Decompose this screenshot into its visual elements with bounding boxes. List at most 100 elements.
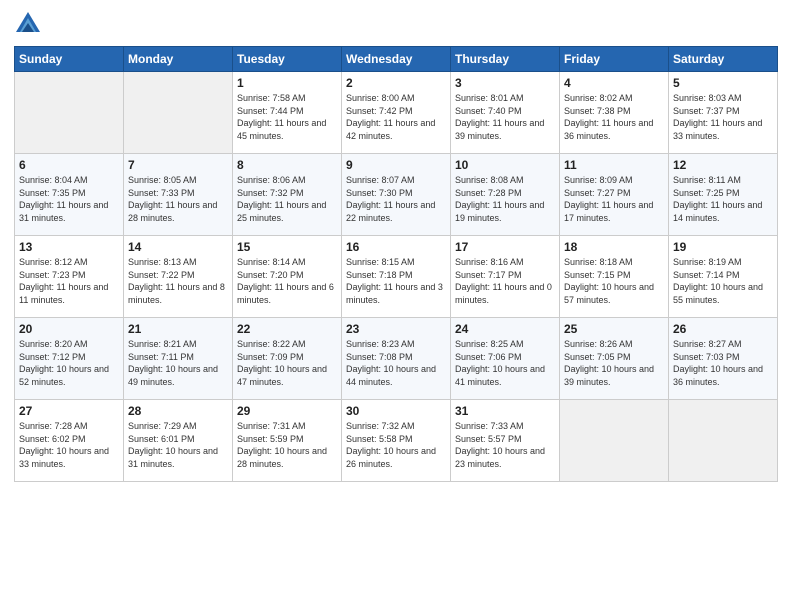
calendar-table: SundayMondayTuesdayWednesdayThursdayFrid… — [14, 46, 778, 482]
day-info: Sunrise: 7:58 AMSunset: 7:44 PMDaylight:… — [237, 92, 337, 142]
day-info: Sunrise: 8:15 AMSunset: 7:18 PMDaylight:… — [346, 256, 446, 306]
weekday-header: Wednesday — [342, 47, 451, 72]
day-number: 2 — [346, 76, 446, 90]
day-info: Sunrise: 8:07 AMSunset: 7:30 PMDaylight:… — [346, 174, 446, 224]
calendar-day-cell: 29Sunrise: 7:31 AMSunset: 5:59 PMDayligh… — [233, 400, 342, 482]
day-info: Sunrise: 8:25 AMSunset: 7:06 PMDaylight:… — [455, 338, 555, 388]
logo-area — [14, 10, 46, 38]
calendar-week-row: 1 Sunrise: 7:58 AMSunset: 7:44 PMDaylight… — [15, 72, 778, 154]
day-info: Sunrise: 8:09 AMSunset: 7:27 PMDaylight:… — [564, 174, 664, 224]
calendar-day-cell — [124, 72, 233, 154]
calendar-header-row: SundayMondayTuesdayWednesdayThursdayFrid… — [15, 47, 778, 72]
day-number: 26 — [673, 322, 773, 336]
day-number: 24 — [455, 322, 555, 336]
calendar-day-cell: 11 Sunrise: 8:09 AMSunset: 7:27 PMDayligh… — [560, 154, 669, 236]
day-info: Sunrise: 8:19 AMSunset: 7:14 PMDaylight:… — [673, 256, 773, 306]
calendar-day-cell: 31Sunrise: 7:33 AMSunset: 5:57 PMDayligh… — [451, 400, 560, 482]
calendar-day-cell: 22Sunrise: 8:22 AMSunset: 7:09 PMDayligh… — [233, 318, 342, 400]
day-info: Sunrise: 8:20 AMSunset: 7:12 PMDaylight:… — [19, 338, 119, 388]
day-number: 31 — [455, 404, 555, 418]
day-number: 7 — [128, 158, 228, 172]
day-info: Sunrise: 8:21 AMSunset: 7:11 PMDaylight:… — [128, 338, 228, 388]
calendar-week-row: 27 Sunrise: 7:28 AMSunset: 6:02 PMDayligh… — [15, 400, 778, 482]
calendar-day-cell: 15 Sunrise: 8:14 AMSunset: 7:20 PMDayligh… — [233, 236, 342, 318]
calendar-day-cell — [669, 400, 778, 482]
header — [14, 10, 778, 38]
weekday-header: Saturday — [669, 47, 778, 72]
day-number: 20 — [19, 322, 119, 336]
day-number: 23 — [346, 322, 446, 336]
calendar-day-cell: 13Sunrise: 8:12 AMSunset: 7:23 PMDayligh… — [15, 236, 124, 318]
calendar-day-cell: 9 Sunrise: 8:07 AMSunset: 7:30 PMDaylight… — [342, 154, 451, 236]
day-number: 3 — [455, 76, 555, 90]
day-info: Sunrise: 8:06 AMSunset: 7:32 PMDaylight:… — [237, 174, 337, 224]
day-info: Sunrise: 7:28 AMSunset: 6:02 PMDaylight:… — [19, 420, 119, 470]
day-number: 25 — [564, 322, 664, 336]
day-number: 30 — [346, 404, 446, 418]
day-info: Sunrise: 8:14 AMSunset: 7:20 PMDaylight:… — [237, 256, 337, 306]
day-number: 19 — [673, 240, 773, 254]
calendar-day-cell: 5Sunrise: 8:03 AMSunset: 7:37 PMDaylight… — [669, 72, 778, 154]
calendar-day-cell: 25 Sunrise: 8:26 AMSunset: 7:05 PMDayligh… — [560, 318, 669, 400]
calendar-day-cell: 18 Sunrise: 8:18 AMSunset: 7:15 PMDayligh… — [560, 236, 669, 318]
day-number: 29 — [237, 404, 337, 418]
day-number: 4 — [564, 76, 664, 90]
day-info: Sunrise: 8:18 AMSunset: 7:15 PMDaylight:… — [564, 256, 664, 306]
day-info: Sunrise: 8:08 AMSunset: 7:28 PMDaylight:… — [455, 174, 555, 224]
calendar-day-cell: 6 Sunrise: 8:04 AMSunset: 7:35 PMDaylight… — [15, 154, 124, 236]
day-number: 11 — [564, 158, 664, 172]
calendar-day-cell: 4 Sunrise: 8:02 AMSunset: 7:38 PMDaylight… — [560, 72, 669, 154]
day-number: 8 — [237, 158, 337, 172]
calendar-week-row: 20 Sunrise: 8:20 AMSunset: 7:12 PMDayligh… — [15, 318, 778, 400]
day-info: Sunrise: 7:29 AMSunset: 6:01 PMDaylight:… — [128, 420, 228, 470]
day-info: Sunrise: 8:02 AMSunset: 7:38 PMDaylight:… — [564, 92, 664, 142]
day-number: 14 — [128, 240, 228, 254]
day-number: 16 — [346, 240, 446, 254]
day-number: 27 — [19, 404, 119, 418]
day-number: 17 — [455, 240, 555, 254]
calendar-day-cell: 21Sunrise: 8:21 AMSunset: 7:11 PMDayligh… — [124, 318, 233, 400]
day-number: 6 — [19, 158, 119, 172]
day-number: 5 — [673, 76, 773, 90]
calendar-day-cell: 10 Sunrise: 8:08 AMSunset: 7:28 PMDayligh… — [451, 154, 560, 236]
day-info: Sunrise: 8:13 AMSunset: 7:22 PMDaylight:… — [128, 256, 228, 306]
calendar-day-cell — [15, 72, 124, 154]
day-info: Sunrise: 8:26 AMSunset: 7:05 PMDaylight:… — [564, 338, 664, 388]
weekday-header: Sunday — [15, 47, 124, 72]
day-info: Sunrise: 8:16 AMSunset: 7:17 PMDaylight:… — [455, 256, 555, 306]
day-number: 10 — [455, 158, 555, 172]
calendar-day-cell — [560, 400, 669, 482]
day-info: Sunrise: 8:04 AMSunset: 7:35 PMDaylight:… — [19, 174, 119, 224]
day-info: Sunrise: 8:01 AMSunset: 7:40 PMDaylight:… — [455, 92, 555, 142]
calendar-week-row: 6 Sunrise: 8:04 AMSunset: 7:35 PMDaylight… — [15, 154, 778, 236]
calendar-day-cell: 7 Sunrise: 8:05 AMSunset: 7:33 PMDaylight… — [124, 154, 233, 236]
calendar-day-cell: 16 Sunrise: 8:15 AMSunset: 7:18 PMDayligh… — [342, 236, 451, 318]
day-number: 13 — [19, 240, 119, 254]
day-info: Sunrise: 8:23 AMSunset: 7:08 PMDaylight:… — [346, 338, 446, 388]
day-number: 15 — [237, 240, 337, 254]
calendar-day-cell: 1 Sunrise: 7:58 AMSunset: 7:44 PMDaylight… — [233, 72, 342, 154]
day-info: Sunrise: 7:32 AMSunset: 5:58 PMDaylight:… — [346, 420, 446, 470]
weekday-header: Thursday — [451, 47, 560, 72]
day-number: 18 — [564, 240, 664, 254]
day-info: Sunrise: 8:00 AMSunset: 7:42 PMDaylight:… — [346, 92, 446, 142]
calendar-day-cell: 17 Sunrise: 8:16 AMSunset: 7:17 PMDayligh… — [451, 236, 560, 318]
calendar-day-cell: 14 Sunrise: 8:13 AMSunset: 7:22 PMDayligh… — [124, 236, 233, 318]
day-number: 9 — [346, 158, 446, 172]
calendar-day-cell: 2 Sunrise: 8:00 AMSunset: 7:42 PMDaylight… — [342, 72, 451, 154]
calendar-day-cell: 24 Sunrise: 8:25 AMSunset: 7:06 PMDayligh… — [451, 318, 560, 400]
day-number: 1 — [237, 76, 337, 90]
weekday-header: Monday — [124, 47, 233, 72]
calendar-day-cell: 20 Sunrise: 8:20 AMSunset: 7:12 PMDayligh… — [15, 318, 124, 400]
day-info: Sunrise: 8:11 AMSunset: 7:25 PMDaylight:… — [673, 174, 773, 224]
calendar-day-cell: 12 Sunrise: 8:11 AMSunset: 7:25 PMDayligh… — [669, 154, 778, 236]
day-info: Sunrise: 8:27 AMSunset: 7:03 PMDaylight:… — [673, 338, 773, 388]
day-number: 28 — [128, 404, 228, 418]
day-number: 12 — [673, 158, 773, 172]
weekday-header: Friday — [560, 47, 669, 72]
calendar-day-cell: 28 Sunrise: 7:29 AMSunset: 6:01 PMDayligh… — [124, 400, 233, 482]
calendar-day-cell: 30 Sunrise: 7:32 AMSunset: 5:58 PMDayligh… — [342, 400, 451, 482]
day-info: Sunrise: 8:05 AMSunset: 7:33 PMDaylight:… — [128, 174, 228, 224]
calendar-day-cell: 27 Sunrise: 7:28 AMSunset: 6:02 PMDayligh… — [15, 400, 124, 482]
logo-icon — [14, 10, 42, 38]
